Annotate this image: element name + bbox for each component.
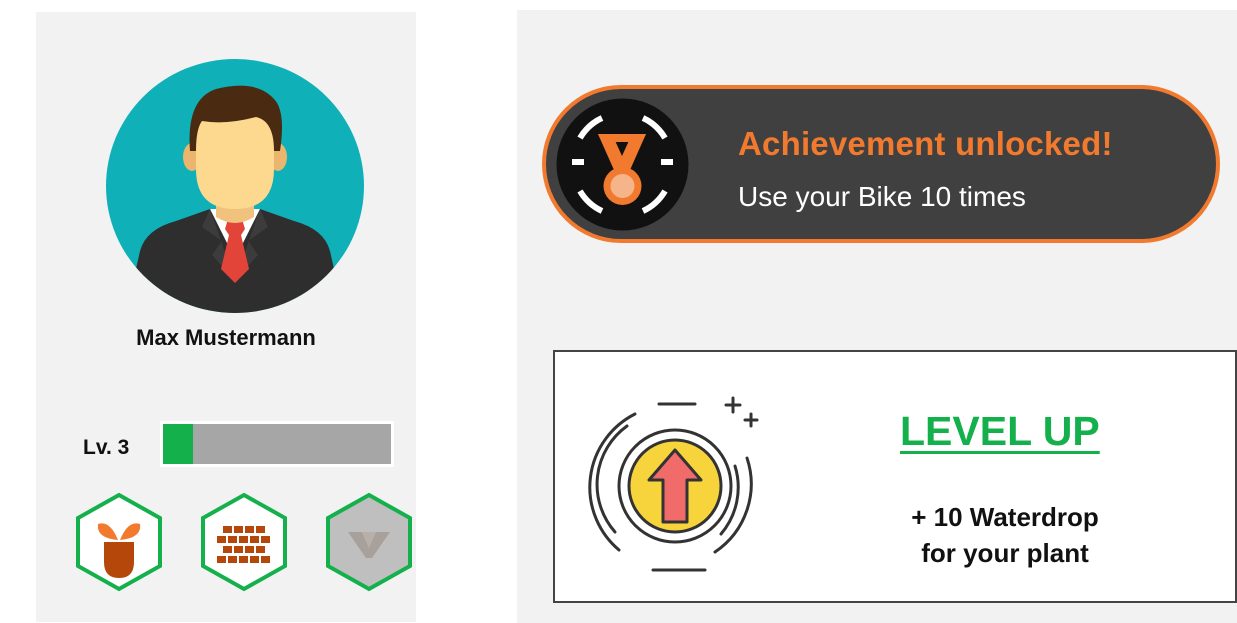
level-label: Lv. 3 xyxy=(83,436,130,459)
badge-bricks[interactable] xyxy=(199,492,289,592)
user-name: Max Mustermann xyxy=(136,325,316,350)
achievement-description: Use your Bike 10 times xyxy=(738,181,1026,212)
level-up-arrow-icon xyxy=(575,382,775,582)
avatar[interactable] xyxy=(106,59,364,313)
level-up-card[interactable]: LEVEL UP + 10 Waterdrop for your plant xyxy=(553,350,1237,603)
right-panel: Achievement unlocked! Use your Bike 10 t… xyxy=(517,10,1237,623)
brick-wall-icon xyxy=(201,492,287,592)
gamification-screen: Max Mustermann Lv. 3 Achievement unlocke… xyxy=(0,0,1237,623)
badge-locked[interactable] xyxy=(324,492,414,592)
reward-line-1: + 10 Waterdrop xyxy=(911,502,1099,532)
badge-plant[interactable] xyxy=(74,492,164,592)
xp-progress-fill xyxy=(163,424,193,464)
level-up-title: LEVEL UP xyxy=(900,408,1100,454)
xp-progress-bar xyxy=(160,421,394,467)
user-avatar-icon xyxy=(126,85,344,313)
achievement-title: Achievement unlocked! xyxy=(738,125,1113,162)
medal-icon xyxy=(554,96,691,233)
profile-panel: Max Mustermann Lv. 3 xyxy=(36,12,416,622)
plant-sprout-icon xyxy=(76,492,162,592)
level-up-reward: + 10 Waterdrop for your plant xyxy=(845,499,1165,571)
achievement-toast[interactable]: Achievement unlocked! Use your Bike 10 t… xyxy=(542,85,1220,243)
locked-v-icon xyxy=(326,492,412,592)
reward-line-2: for your plant xyxy=(921,538,1089,568)
